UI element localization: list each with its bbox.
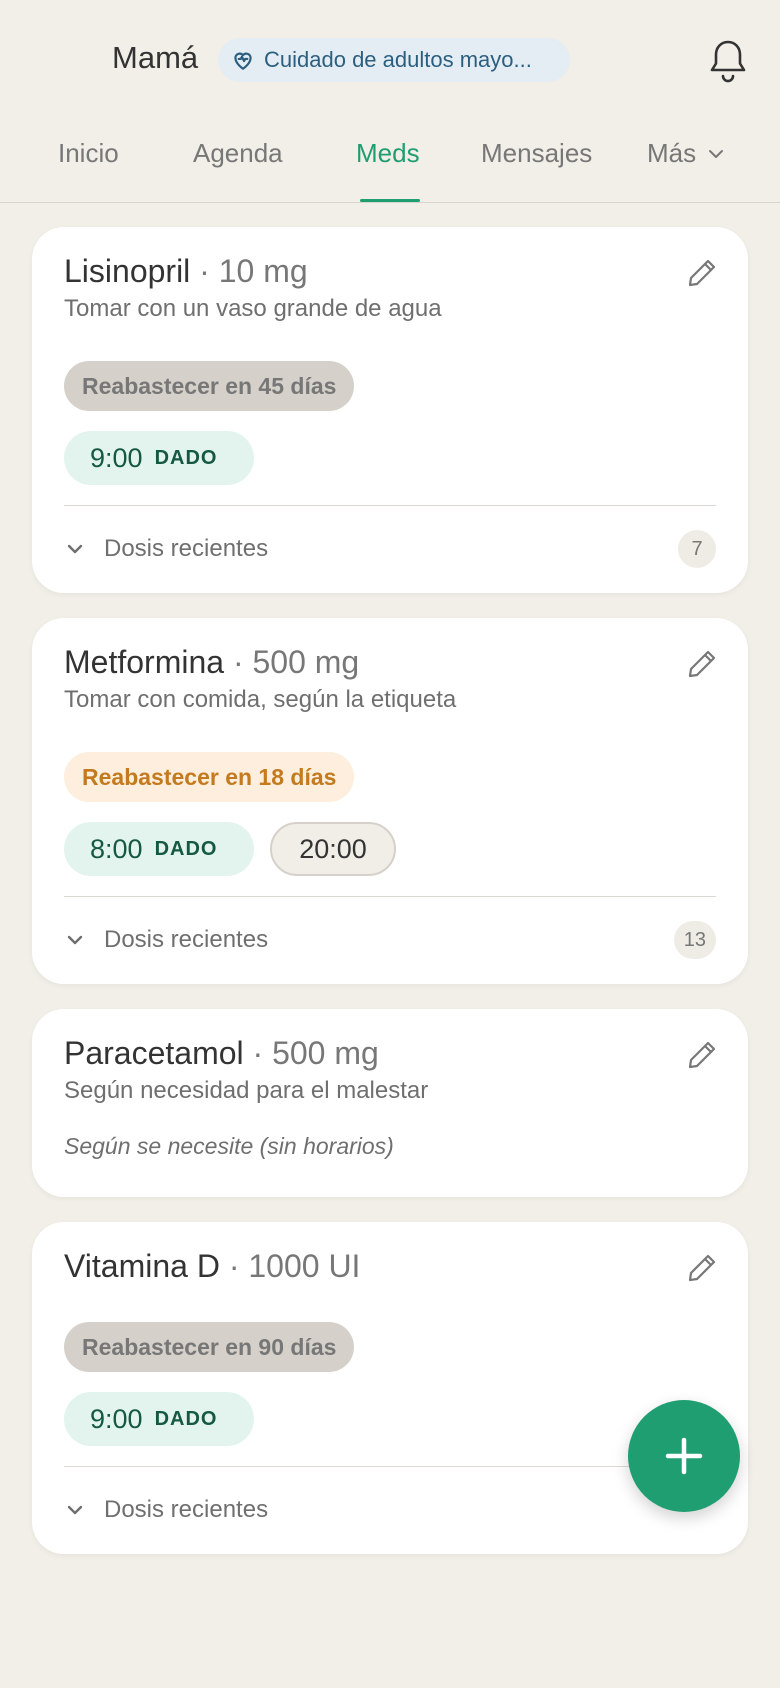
tab-mensajes[interactable]: Mensajes <box>481 138 592 169</box>
dose-time: 9:00 <box>90 442 143 473</box>
dose-status: DADO <box>154 1407 218 1430</box>
dose-time: 8:00 <box>90 833 143 864</box>
medication-card: Lisinopril · 10 mg Tomar con un vaso gra… <box>32 227 748 593</box>
tab-agenda[interactable]: Agenda <box>193 138 283 169</box>
medication-title: Paracetamol · 500 mg <box>64 1035 379 1072</box>
medication-dose: · 500 mg <box>252 1035 379 1071</box>
dose-status: DADO <box>154 446 218 469</box>
medication-title: Metformina · 500 mg <box>64 644 359 681</box>
pencil-icon[interactable] <box>686 257 718 289</box>
medication-dose: · 1000 UI <box>228 1248 361 1284</box>
chevron-down-icon <box>708 149 724 159</box>
plus-icon <box>664 1436 704 1476</box>
medication-instructions: Según necesidad para el malestar <box>64 1077 429 1104</box>
refill-badge: Reabastecer en 18 días <box>64 752 355 802</box>
page-title: Mamá <box>112 40 199 75</box>
medication-title: Vitamina D · 1000 UI <box>64 1248 360 1285</box>
medication-name: Lisinopril <box>64 253 191 289</box>
chevron-down-icon <box>64 929 86 951</box>
tab-mas-label: Más <box>647 138 697 168</box>
recent-doses-count: 7 <box>678 530 716 568</box>
medication-card: Paracetamol · 500 mg Según necesidad par… <box>32 1009 748 1197</box>
refill-badge: Reabastecer en 90 días <box>64 1322 355 1372</box>
active-tab-indicator <box>360 199 420 202</box>
medication-name: Vitamina D <box>64 1248 220 1284</box>
recent-doses-toggle[interactable]: Dosis recientes <box>64 527 268 571</box>
dose-chip-given[interactable]: 9:00 DADO <box>64 431 254 485</box>
recent-doses-label: Dosis recientes <box>104 535 269 562</box>
bell-icon[interactable] <box>706 38 750 84</box>
medication-card: Metformina · 500 mg Tomar con comida, se… <box>32 618 748 984</box>
medication-name: Metformina <box>64 644 225 680</box>
dose-chip-pending[interactable]: 20:00 <box>270 822 396 876</box>
medication-title: Lisinopril · 10 mg <box>64 253 308 290</box>
dose-time: 20:00 <box>299 833 367 864</box>
tab-bar: Inicio Agenda Meds Mensajes Más <box>0 120 780 203</box>
care-group-badge[interactable]: Cuidado de adultos mayo... <box>218 38 570 82</box>
recent-doses-count: 13 <box>673 921 716 959</box>
recent-doses-toggle[interactable]: Dosis recientes <box>64 1488 268 1532</box>
dose-time: 9:00 <box>90 1403 143 1434</box>
chevron-down-icon <box>64 1499 86 1521</box>
care-group-label: Cuidado de adultos mayo... <box>264 47 532 72</box>
heart-pulse-icon <box>230 47 256 73</box>
app-header: Mamá Cuidado de adultos mayo... <box>0 0 780 120</box>
medication-dose: · 10 mg <box>199 253 308 289</box>
dose-status: DADO <box>154 837 218 860</box>
medication-card: Vitamina D · 1000 UI Reabastecer en 90 d… <box>32 1222 748 1554</box>
refill-badge: Reabastecer en 45 días <box>64 361 355 411</box>
tab-mas[interactable]: Más <box>647 138 724 169</box>
recent-doses-toggle[interactable]: Dosis recientes <box>64 918 268 962</box>
divider <box>64 1466 716 1467</box>
medication-instructions: Tomar con comida, según la etiqueta <box>64 686 457 713</box>
schedule-note: Según se necesite (sin horarios) <box>64 1133 394 1159</box>
pencil-icon[interactable] <box>686 1252 718 1284</box>
chevron-down-icon <box>64 538 86 560</box>
dose-chip-given[interactable]: 8:00 DADO <box>64 822 254 876</box>
pencil-icon[interactable] <box>686 648 718 680</box>
recent-doses-label: Dosis recientes <box>104 1496 269 1523</box>
dose-chip-given[interactable]: 9:00 DADO <box>64 1392 254 1446</box>
medication-dose: · 500 mg <box>232 644 360 680</box>
divider <box>64 505 716 506</box>
add-medication-button[interactable] <box>628 1400 740 1512</box>
divider <box>64 896 716 897</box>
medication-instructions: Tomar con un vaso grande de agua <box>64 295 442 322</box>
tab-meds[interactable]: Meds <box>356 138 420 169</box>
tab-inicio[interactable]: Inicio <box>58 138 119 169</box>
medication-name: Paracetamol <box>64 1035 244 1071</box>
recent-doses-label: Dosis recientes <box>104 926 269 953</box>
pencil-icon[interactable] <box>686 1039 718 1071</box>
